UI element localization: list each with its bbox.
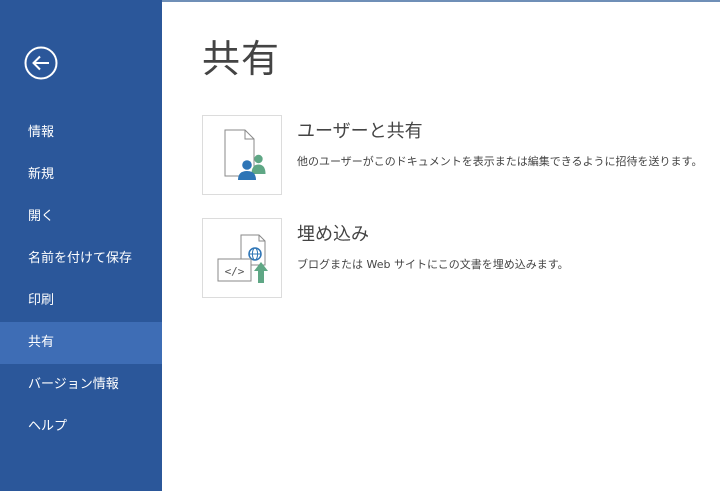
nav-item-save-as[interactable]: 名前を付けて保存 bbox=[0, 238, 162, 280]
nav-item-help[interactable]: ヘルプ bbox=[0, 406, 162, 448]
nav-item-info[interactable]: 情報 bbox=[0, 112, 162, 154]
embed-title: 埋め込み bbox=[297, 224, 369, 245]
back-arrow-icon[interactable] bbox=[23, 45, 59, 81]
nav-item-print[interactable]: 印刷 bbox=[0, 280, 162, 322]
nav-item-version-info[interactable]: バージョン情報 bbox=[0, 364, 162, 406]
backstage-nav: 情報 新規 開く 名前を付けて保存 印刷 共有 バージョン情報 ヘルプ bbox=[0, 112, 162, 448]
embed-description: ブログまたは Web サイトにこの文書を埋め込みます。 bbox=[297, 258, 569, 271]
share-panel: 共有 ユーザーと共有 他のユーザーがこのドキュメントを表示または編集できるように… bbox=[162, 0, 720, 491]
nav-item-new[interactable]: 新規 bbox=[0, 154, 162, 196]
top-border bbox=[162, 0, 720, 2]
svg-text:</>: </> bbox=[225, 265, 245, 278]
share-with-people-title: ユーザーと共有 bbox=[297, 121, 423, 142]
embed-option[interactable]: </> 埋め込み ブログまたは Web サイトにこの文書を埋め込みます。 bbox=[202, 218, 720, 298]
share-with-people-description: 他のユーザーがこのドキュメントを表示または編集できるように招待を送ります。 bbox=[297, 155, 703, 168]
page-title: 共有 bbox=[202, 37, 281, 81]
share-with-people-option[interactable]: ユーザーと共有 他のユーザーがこのドキュメントを表示または編集できるように招待を… bbox=[202, 115, 720, 195]
embed-code-icon: </> bbox=[202, 218, 282, 298]
share-with-people-icon bbox=[202, 115, 282, 195]
backstage-sidebar: 情報 新規 開く 名前を付けて保存 印刷 共有 バージョン情報 ヘルプ bbox=[0, 0, 162, 491]
nav-item-share[interactable]: 共有 bbox=[0, 322, 162, 364]
nav-item-open[interactable]: 開く bbox=[0, 196, 162, 238]
